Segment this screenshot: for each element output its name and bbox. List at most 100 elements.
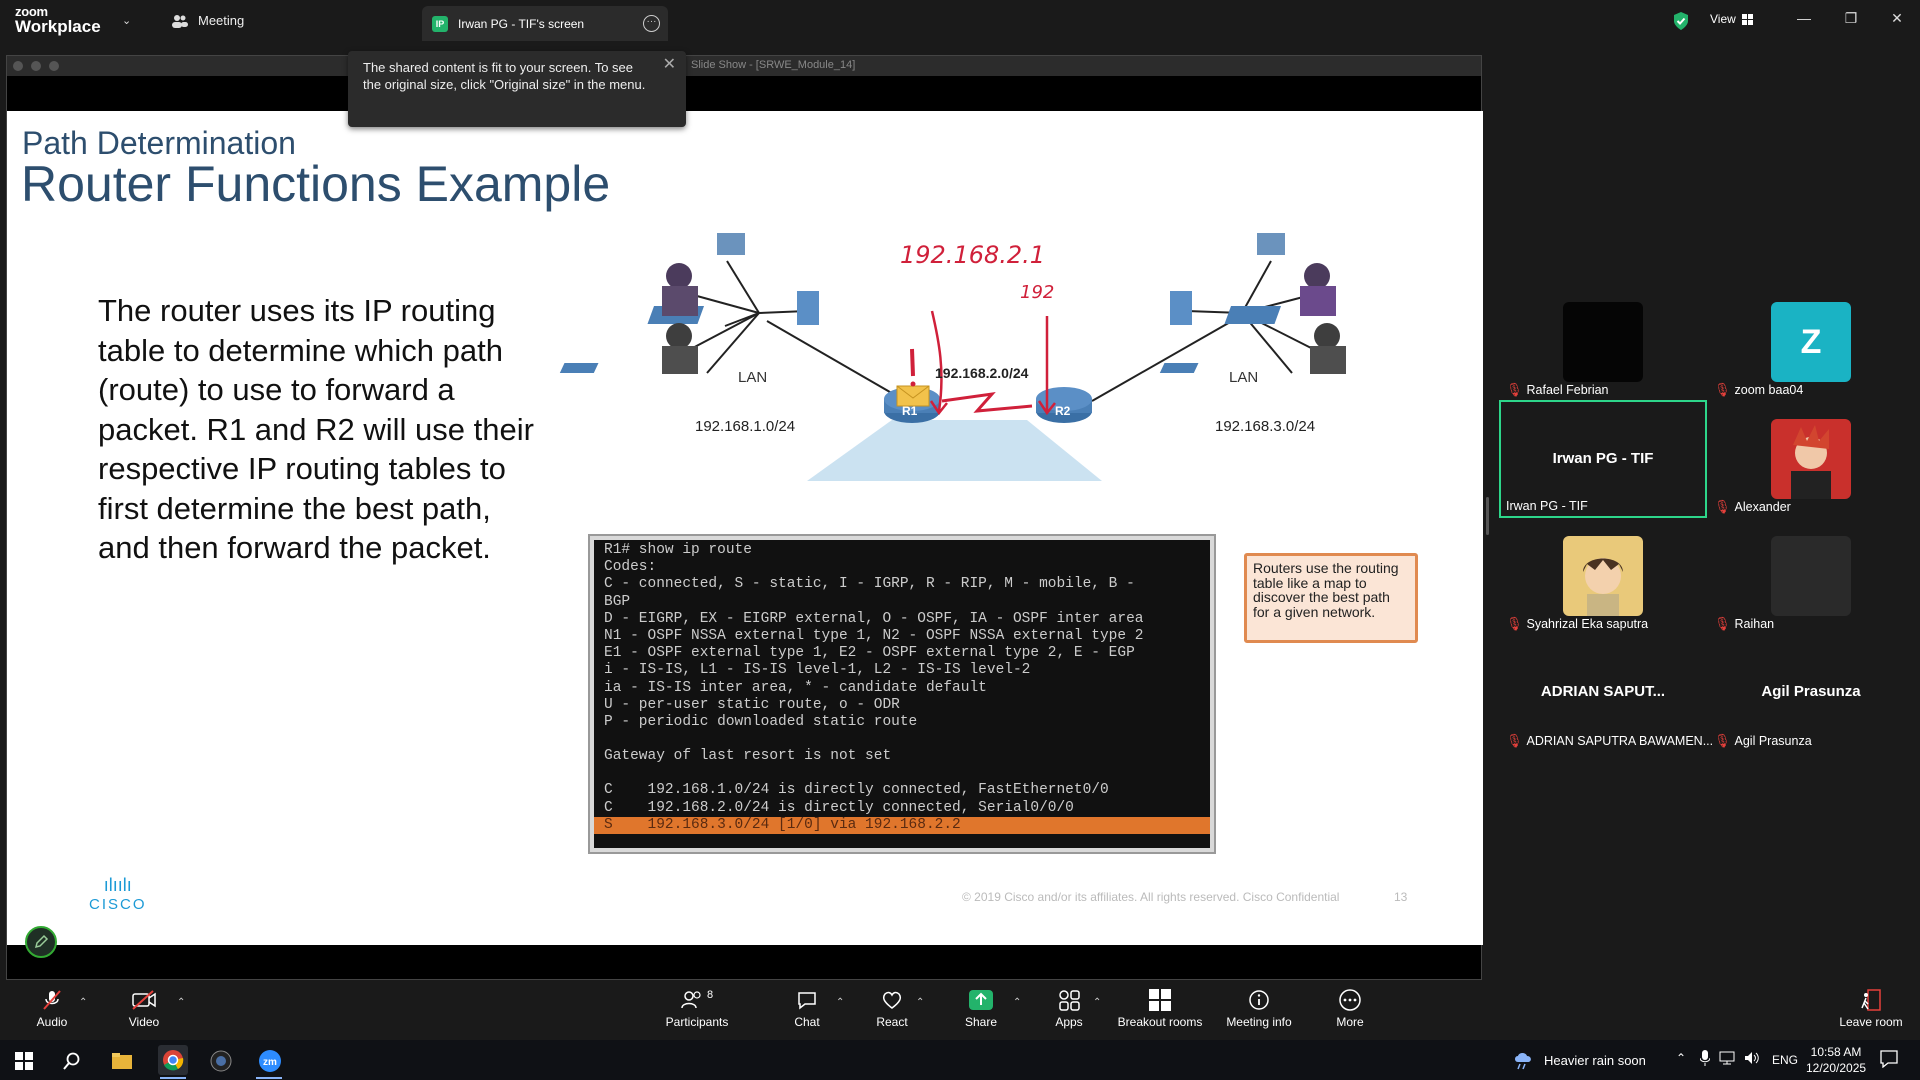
callout-box: Routers use the routing table like a map… bbox=[1244, 553, 1418, 643]
audio-options-chevron-icon[interactable]: ⌃ bbox=[79, 997, 87, 1008]
react-label: React bbox=[876, 1015, 908, 1029]
apps-options-chevron-icon[interactable]: ⌃ bbox=[1093, 997, 1101, 1008]
gallery-resize-handle[interactable] bbox=[1486, 497, 1489, 535]
participant-big-name: ADRIAN SAPUT... bbox=[1540, 683, 1666, 700]
close-icon[interactable]: ✕ bbox=[1885, 10, 1909, 27]
cartoon-avatar-icon bbox=[1583, 558, 1623, 616]
view-button[interactable]: View bbox=[1710, 12, 1753, 26]
terminal-line: ia - IS-IS inter area, * - candidate def… bbox=[604, 679, 987, 696]
video-options-chevron-icon[interactable]: ⌃ bbox=[177, 997, 185, 1008]
obs-camera-icon[interactable] bbox=[208, 1048, 234, 1074]
clock[interactable]: 10:58 AM 12/20/2025 bbox=[1806, 1044, 1866, 1076]
mic-muted-icon: 🎙 bbox=[1506, 733, 1523, 748]
more-options-icon[interactable]: ··· bbox=[643, 15, 660, 32]
participant-tile-raihan[interactable]: 🎙 Raihan bbox=[1714, 616, 1774, 632]
avatar bbox=[1563, 302, 1643, 382]
chrome-icon[interactable] bbox=[158, 1045, 188, 1075]
meeting-tab-label: Meeting bbox=[198, 13, 245, 28]
router-r1-label: R1 bbox=[902, 404, 918, 418]
logo-line2: Workplace bbox=[15, 17, 101, 36]
zoom-app-icon[interactable]: zm bbox=[257, 1048, 283, 1074]
participant-name: zoom baa04 bbox=[1734, 383, 1804, 397]
security-shield-icon[interactable] bbox=[1672, 11, 1690, 31]
participant-big-name: Agil Prasunza bbox=[1761, 683, 1861, 700]
breakout-rooms-button[interactable]: Breakout rooms bbox=[1114, 985, 1206, 1029]
share-options-chevron-icon[interactable]: ⌃ bbox=[1013, 997, 1021, 1008]
slide: Path Determination Router Functions Exam… bbox=[7, 111, 1483, 945]
terminal-line: U - per-user static route, o - ODR bbox=[604, 696, 900, 713]
clock-date: 12/20/2025 bbox=[1806, 1061, 1867, 1075]
volume-icon[interactable] bbox=[1744, 1051, 1760, 1068]
avatar bbox=[1771, 419, 1851, 499]
share-tab-label: Irwan PG - TIF's screen bbox=[458, 16, 585, 31]
screen-share-tab[interactable]: IP Irwan PG - TIF's screen ··· bbox=[422, 6, 668, 41]
lan-pyramid bbox=[807, 420, 1102, 481]
search-icon[interactable] bbox=[59, 1048, 85, 1074]
leave-room-button[interactable]: Leave room bbox=[1826, 985, 1916, 1029]
react-options-chevron-icon[interactable]: ⌃ bbox=[916, 997, 924, 1008]
tray-overflow-chevron-icon[interactable]: ⌃ bbox=[1676, 1051, 1686, 1065]
minimize-icon[interactable]: — bbox=[1792, 10, 1816, 26]
participant-name: Alexander bbox=[1734, 500, 1791, 514]
view-label: View bbox=[1710, 12, 1736, 26]
video-button[interactable]: Video bbox=[99, 985, 189, 1029]
participant-tile-rafael[interactable]: 🎙 Rafael Febrian bbox=[1506, 382, 1609, 398]
right-lan-label: LAN bbox=[1229, 369, 1259, 386]
chat-options-chevron-icon[interactable]: ⌃ bbox=[836, 997, 844, 1008]
network-diagram bbox=[559, 233, 1346, 481]
meeting-info-button[interactable]: Meeting info bbox=[1214, 985, 1304, 1029]
left-lan-label: LAN bbox=[738, 369, 768, 386]
zoom-workplace-logo[interactable]: zoom Workplace bbox=[15, 5, 101, 35]
participants-label: Participants bbox=[665, 1015, 729, 1029]
more-label: More bbox=[1336, 1015, 1364, 1029]
mic-muted-icon: 🎙 bbox=[1714, 382, 1731, 397]
terminal-line: D - EIGRP, EX - EIGRP external, O - OSPF… bbox=[604, 610, 1144, 627]
participant-tile-adrian[interactable]: 🎙 ADRIAN SAPUTRA BAWAMEN... bbox=[1506, 733, 1713, 749]
participant-tile-alexander[interactable]: 🎙 Alexander bbox=[1714, 499, 1791, 515]
participants-icon: 8 bbox=[652, 985, 742, 1015]
breakout-rooms-label: Breakout rooms bbox=[1117, 1015, 1203, 1029]
participant-tile-zoom[interactable]: 🎙 zoom baa04 bbox=[1714, 382, 1803, 398]
cisco-logo: ılıılı CISCO bbox=[89, 875, 147, 913]
participant-name: Raihan bbox=[1734, 617, 1775, 631]
restore-icon[interactable]: ❐ bbox=[1839, 10, 1863, 27]
participant-tile-syahrizal[interactable]: 🎙 Syahrizal Eka saputra bbox=[1506, 616, 1648, 632]
participants-count: 8 bbox=[706, 989, 714, 1001]
video-off-icon bbox=[99, 985, 189, 1015]
windows-taskbar: zm Heavier rain soon ⌃ ENG 10:58 AM 12/2… bbox=[0, 1040, 1920, 1080]
terminal-line: Gateway of last resort is not set bbox=[604, 748, 892, 765]
leave-room-label: Leave room bbox=[1839, 1015, 1903, 1029]
people-icon bbox=[172, 14, 188, 28]
language-indicator[interactable]: ENG bbox=[1772, 1053, 1798, 1067]
taskbar-active-indicator bbox=[256, 1077, 282, 1079]
microphone-tray-icon[interactable] bbox=[1699, 1050, 1711, 1069]
weather-widget[interactable]: Heavier rain soon bbox=[1512, 1050, 1646, 1070]
terminal-highlight-line: S 192.168.3.0/24 [1/0] via 192.168.2.2 bbox=[594, 816, 1210, 835]
active-speaker-name: Irwan PG - TIF bbox=[1552, 450, 1654, 467]
video-label: Video bbox=[128, 1015, 160, 1029]
terminal-line: R1# show ip route bbox=[604, 542, 752, 558]
file-explorer-icon[interactable] bbox=[109, 1048, 135, 1074]
share-tab-badge: IP bbox=[432, 15, 448, 32]
audio-label: Audio bbox=[36, 1015, 68, 1029]
more-button[interactable]: More bbox=[1305, 985, 1395, 1029]
avatar bbox=[1771, 536, 1851, 616]
mic-muted-icon: 🎙 bbox=[1506, 382, 1523, 397]
participant-tile-agil[interactable]: 🎙 Agil Prasunza bbox=[1714, 733, 1812, 749]
windows-start-icon[interactable] bbox=[11, 1048, 37, 1074]
chevron-down-icon[interactable]: ⌄ bbox=[122, 14, 131, 27]
avatar: Z bbox=[1771, 302, 1851, 382]
middle-network-label: 192.168.2.0/24 bbox=[935, 365, 1029, 381]
meeting-tab[interactable]: Meeting bbox=[172, 13, 244, 28]
network-icon[interactable] bbox=[1719, 1051, 1735, 1068]
fit-to-screen-toast: The shared content is fit to your screen… bbox=[348, 51, 686, 127]
terminal-line: N1 - OSPF NSSA external type 1, N2 - OSP… bbox=[604, 628, 1144, 645]
anime-avatar-icon bbox=[1791, 425, 1831, 499]
notifications-icon[interactable] bbox=[1880, 1050, 1898, 1071]
annotate-pen-button[interactable] bbox=[25, 926, 57, 958]
participants-button[interactable]: 8 Participants bbox=[652, 985, 742, 1029]
toast-close-icon[interactable]: ✕ bbox=[663, 56, 676, 73]
leave-room-icon bbox=[1826, 985, 1916, 1015]
chat-label: Chat bbox=[794, 1015, 820, 1029]
